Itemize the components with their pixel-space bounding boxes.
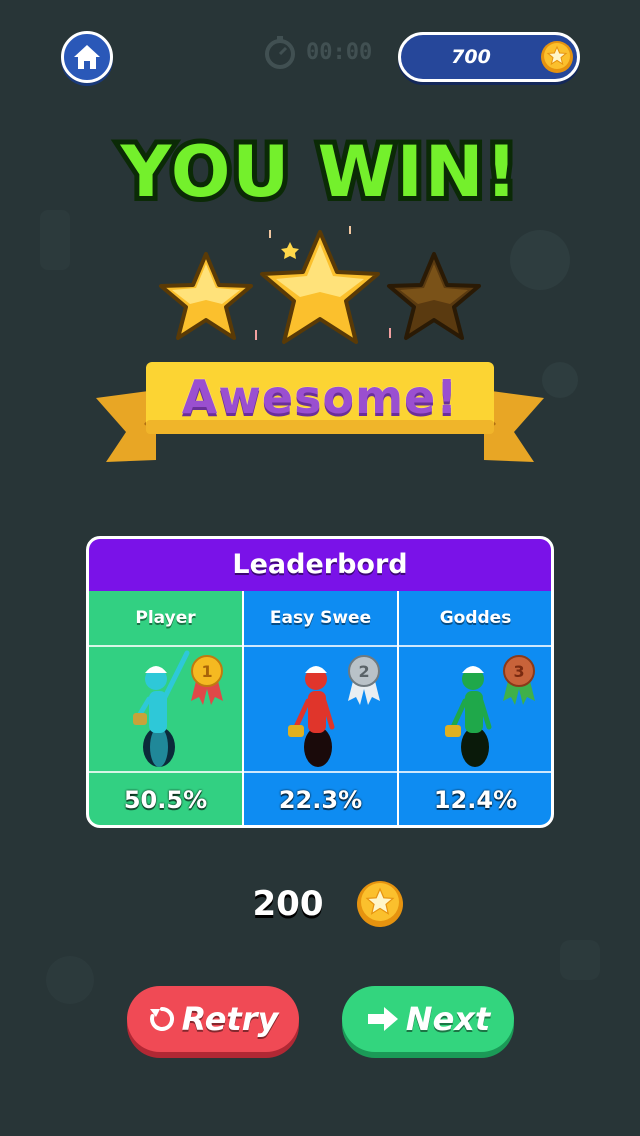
svg-text:2: 2 bbox=[358, 662, 369, 681]
star-2-icon bbox=[260, 230, 380, 344]
entry-score: 12.4% bbox=[433, 786, 518, 814]
star-3-icon bbox=[387, 252, 481, 340]
rating-label: Awesome! bbox=[181, 370, 459, 424]
entry-figure: 3 bbox=[399, 645, 551, 773]
leaderboard-title: Leaderbord bbox=[89, 539, 551, 591]
leaderboard: Leaderbord Player 1 50.5% Easy Swee 2 22… bbox=[86, 536, 554, 828]
win-title-text: YOU WIN! bbox=[120, 131, 520, 213]
reward-value: 200 bbox=[252, 884, 324, 924]
win-title: YOU WIN! bbox=[115, 126, 523, 218]
coin-balance-value: 700 bbox=[451, 46, 491, 68]
entry-name: Player bbox=[135, 608, 196, 628]
leaderboard-entry: Goddes 3 12.4% bbox=[399, 591, 551, 825]
coin-balance: 700 bbox=[398, 32, 580, 82]
entry-name: Easy Swee bbox=[269, 608, 372, 628]
coin-icon bbox=[541, 41, 573, 73]
silver-medal-2-icon: 2 bbox=[348, 655, 380, 705]
leaderboard-entry: Player 1 50.5% bbox=[89, 591, 244, 825]
reward: 200 bbox=[240, 876, 420, 936]
coin-icon bbox=[357, 881, 403, 927]
star-rating bbox=[159, 226, 481, 344]
svg-text:3: 3 bbox=[513, 662, 524, 681]
opponent-character-icon bbox=[445, 666, 492, 767]
retry-icon bbox=[149, 1006, 174, 1031]
home-button[interactable] bbox=[61, 31, 113, 83]
player-character-icon bbox=[133, 650, 190, 767]
retry-label: Retry bbox=[181, 1000, 279, 1038]
retry-button[interactable]: Retry bbox=[127, 986, 299, 1052]
star-1-icon bbox=[159, 252, 253, 340]
bronze-medal-3-icon: 3 bbox=[503, 655, 535, 705]
entry-figure: 1 bbox=[89, 645, 242, 773]
timer: 00:00 bbox=[262, 32, 382, 72]
entry-score: 22.3% bbox=[278, 786, 363, 814]
entry-figure: 2 bbox=[244, 645, 397, 773]
next-label: Next bbox=[405, 1000, 491, 1038]
svg-text:1: 1 bbox=[201, 662, 212, 681]
stopwatch-icon bbox=[265, 36, 295, 69]
arrow-right-icon bbox=[367, 1007, 398, 1031]
leaderboard-entry: Easy Swee 2 22.3% bbox=[244, 591, 399, 825]
home-icon bbox=[74, 45, 100, 69]
entry-name: Goddes bbox=[439, 608, 512, 628]
gold-medal-1-icon: 1 bbox=[191, 655, 223, 705]
entry-score: 50.5% bbox=[123, 786, 208, 814]
next-button[interactable]: Next bbox=[342, 986, 514, 1052]
timer-text: 00:00 bbox=[306, 39, 373, 65]
opponent-character-icon bbox=[288, 666, 335, 767]
